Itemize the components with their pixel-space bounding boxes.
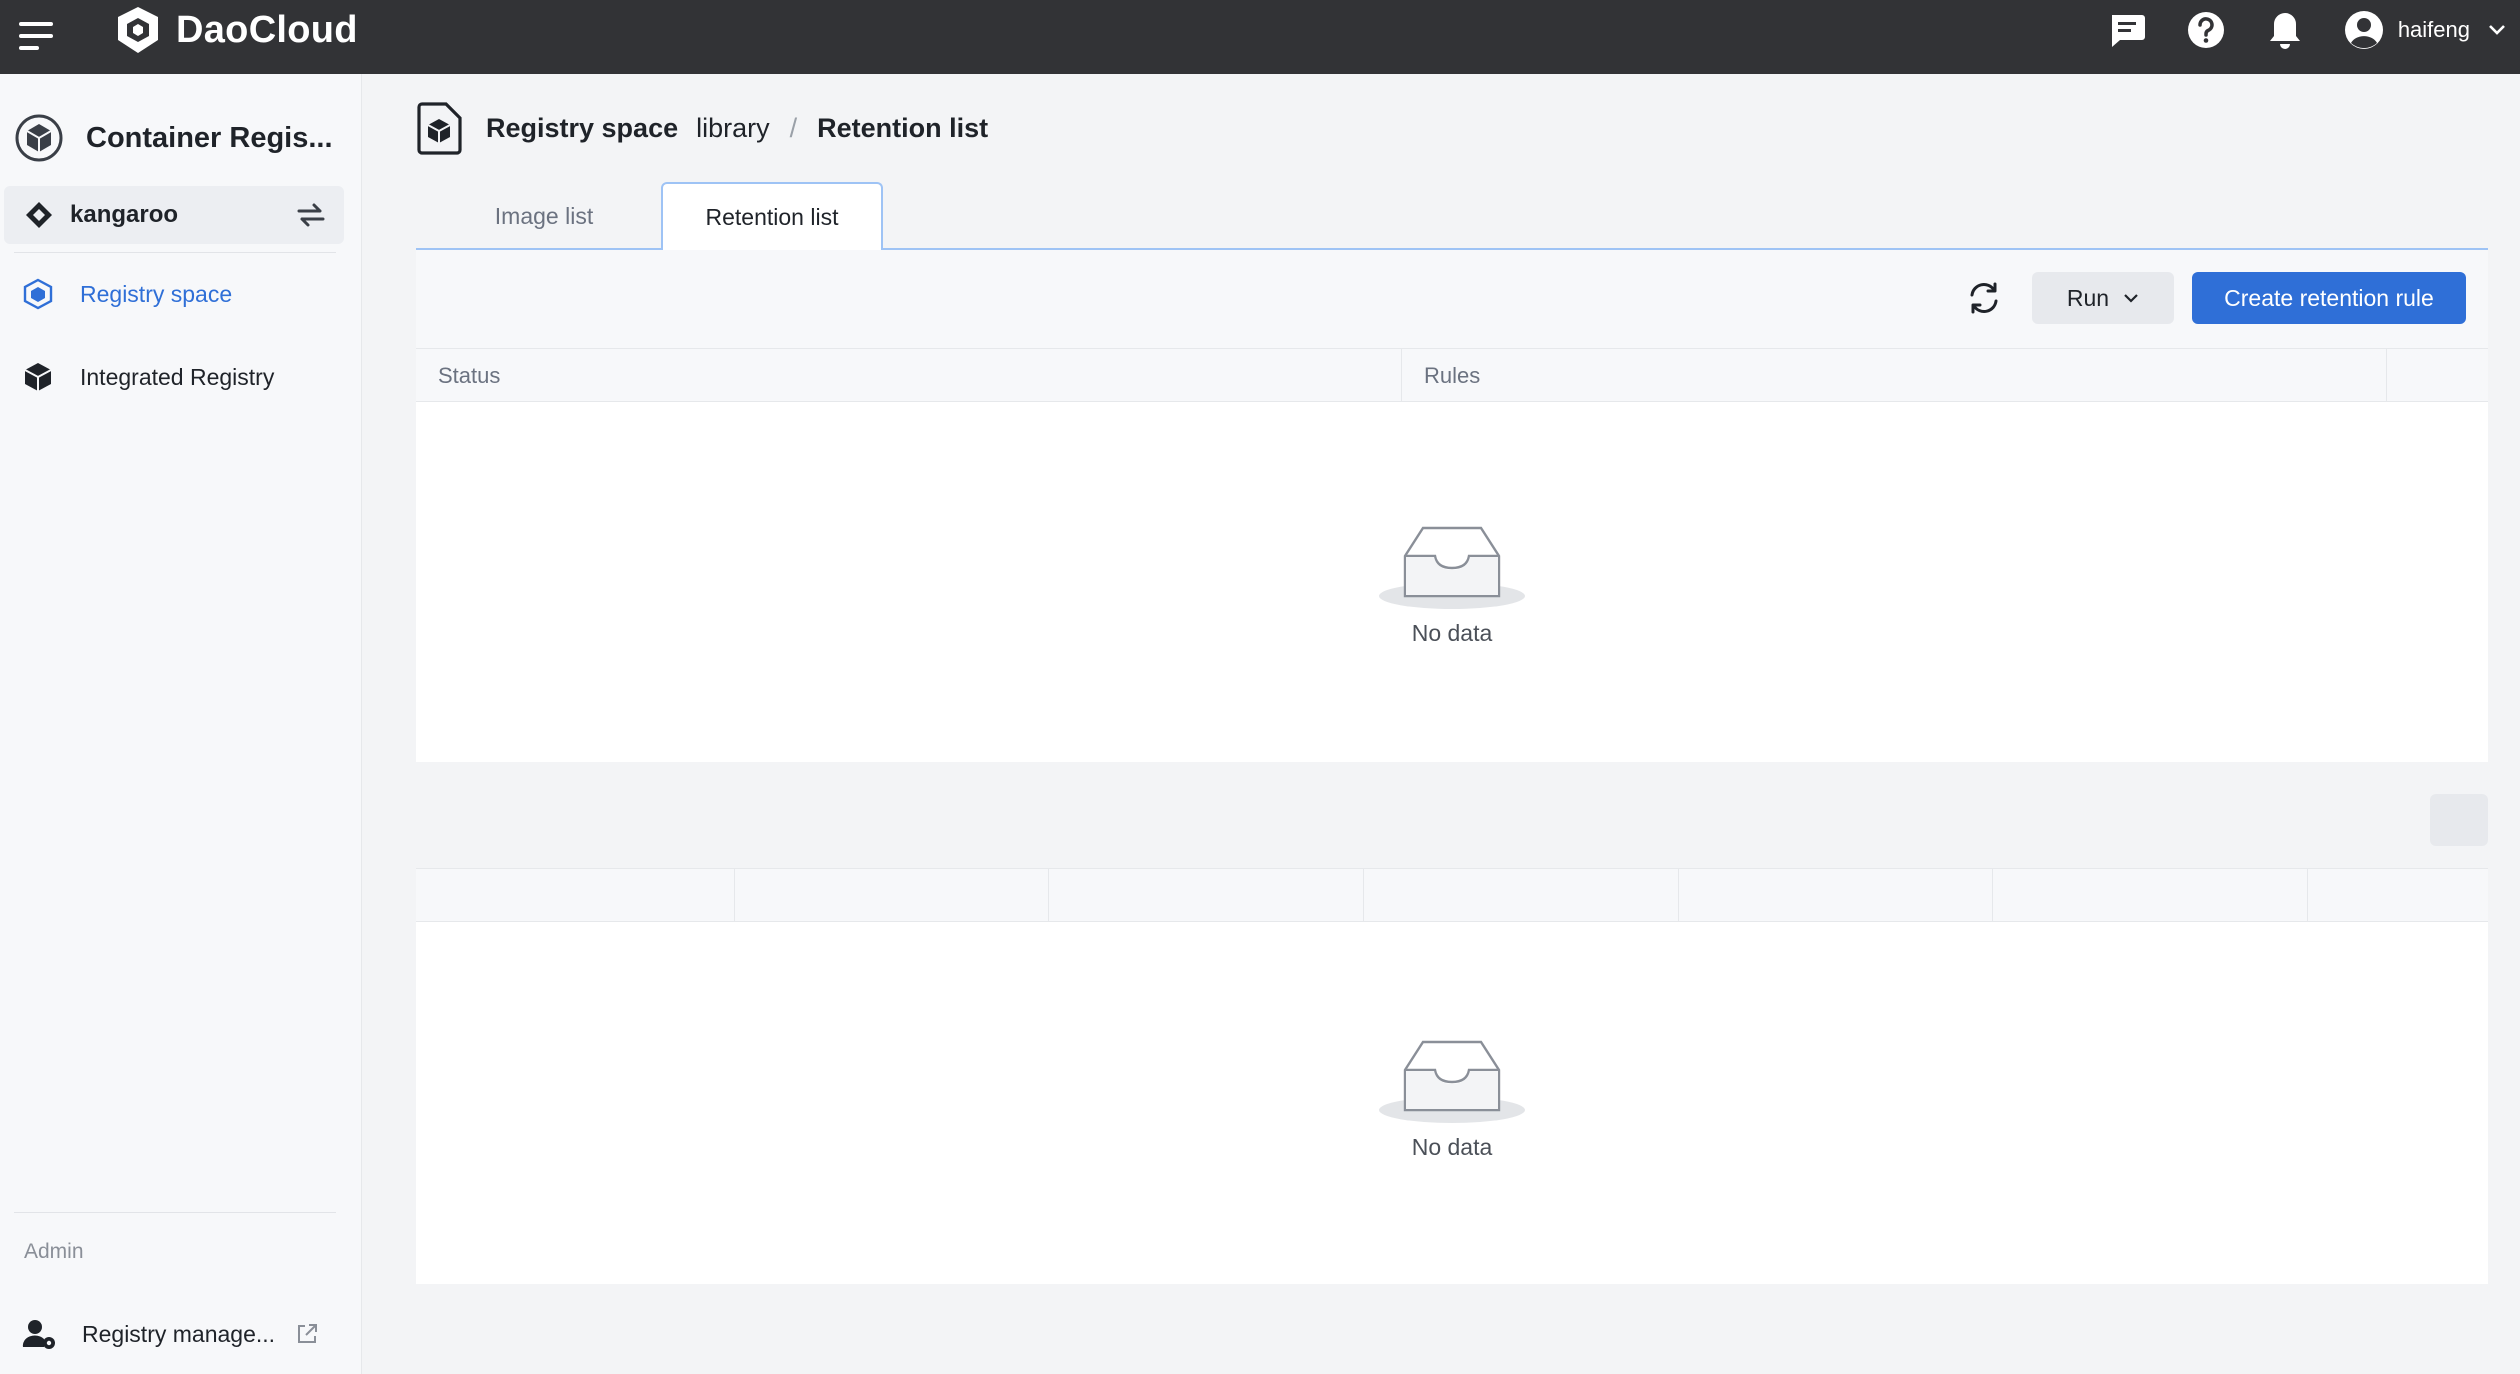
sidebar-item-registry-management[interactable]: Registry manage... (0, 1304, 362, 1364)
admin-section-label: Admin (24, 1240, 84, 1263)
column-header (1364, 869, 1678, 923)
module-title: Container Regis... (86, 121, 333, 154)
page-header: Registry space library / Retention list (416, 98, 988, 158)
message-icon[interactable] (2107, 10, 2147, 50)
sidebar-item-registry-space[interactable]: Registry space (0, 264, 362, 324)
rules-table-body: No data (416, 402, 2488, 762)
chevron-down-icon (2489, 25, 2505, 35)
user-settings-icon (22, 1320, 55, 1349)
column-header (416, 869, 734, 923)
registry-box-icon (417, 102, 462, 155)
registry-space-icon (23, 278, 53, 310)
tab-retention-list[interactable]: Retention list (661, 182, 883, 252)
menu-icon[interactable] (19, 18, 57, 54)
user-avatar-icon (2344, 11, 2383, 49)
sidebar-item-label: Integrated Registry (80, 363, 275, 390)
breadcrumb-separator: / (789, 112, 798, 143)
top-bar: DaoCloud haifeng (0, 0, 2520, 74)
run-label: Run (2066, 284, 2110, 311)
tab-image-list[interactable]: Image list (416, 182, 672, 250)
empty-state: No data (1376, 516, 1528, 647)
help-icon[interactable] (2186, 10, 2226, 50)
history-action-button[interactable] (2430, 794, 2488, 846)
retention-rules-panel: Run Create retention rule Status Rules N… (416, 250, 2488, 762)
refresh-icon[interactable] (1958, 272, 2010, 324)
workspace-switcher[interactable]: kangaroo (4, 186, 344, 244)
brand-name: DaoCloud (176, 8, 358, 51)
empty-inbox-icon (1379, 1040, 1525, 1123)
empty-state-text: No data (1411, 1134, 1493, 1160)
module-header: Container Regis... (14, 108, 333, 168)
sidebar-item-integrated-registry[interactable]: Integrated Registry (0, 347, 362, 407)
breadcrumb-current: Retention list (817, 112, 989, 143)
toolbar: Run Create retention rule (1958, 272, 2466, 324)
switch-icon[interactable] (296, 201, 326, 229)
bell-icon[interactable] (2265, 10, 2305, 50)
column-header (1679, 869, 1993, 923)
sidebar-item-label: Registry space (80, 280, 233, 307)
sidebar: Container Regis... kangaroo Registry spa… (0, 74, 362, 1374)
breadcrumb-registry-space[interactable]: Registry space (486, 113, 678, 144)
workspace-icon (26, 202, 52, 228)
column-header-status[interactable]: Status (416, 349, 1402, 403)
history-table-header (416, 868, 2488, 923)
column-header (1049, 869, 1363, 923)
user-menu[interactable]: haifeng (2344, 10, 2506, 50)
workspace-name: kangaroo (70, 201, 179, 228)
column-header (735, 869, 1049, 923)
breadcrumb-space-name[interactable]: library (696, 113, 770, 144)
empty-inbox-icon (1379, 526, 1525, 609)
rules-table-header: Status Rules (416, 348, 2488, 403)
column-header (2308, 869, 2488, 923)
container-registry-icon (15, 114, 63, 162)
history-table-body: No data (416, 922, 2488, 1284)
create-retention-rule-button[interactable]: Create retention rule (2192, 272, 2466, 324)
sidebar-divider (14, 252, 336, 253)
external-link-icon (295, 1322, 319, 1346)
column-header-rules[interactable]: Rules (1402, 349, 2386, 403)
user-name: haifeng (2397, 17, 2470, 42)
sidebar-item-label: Registry manage... (82, 1320, 276, 1347)
integrated-registry-icon (24, 363, 52, 391)
column-header (1993, 869, 2307, 923)
empty-state-text: No data (1411, 620, 1493, 646)
tab-bar: Image list Retention list (416, 182, 2488, 252)
run-dropdown-button[interactable]: Run (2032, 272, 2174, 324)
sidebar-divider (14, 1212, 336, 1213)
brand-logo[interactable]: DaoCloud (112, 0, 358, 60)
empty-state: No data (1376, 1030, 1528, 1161)
daocloud-logo-icon (118, 7, 158, 53)
column-header-actions (2387, 349, 2488, 403)
execution-history-panel: No data (416, 762, 2488, 1284)
chevron-down-icon (2123, 293, 2139, 303)
